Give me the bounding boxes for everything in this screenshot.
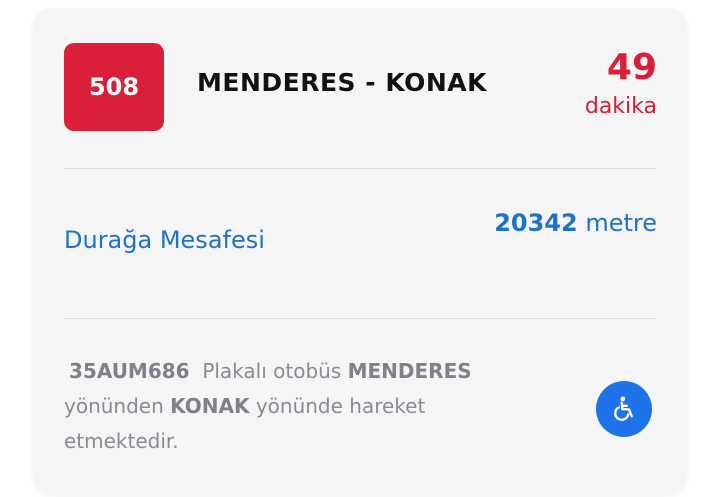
distance-number: 20342 (494, 209, 578, 237)
destination-name: KONAK (170, 394, 250, 418)
bus-arrival-card[interactable]: 508 MENDERES - KONAK 49 dakika Durağa Me… (33, 8, 687, 494)
divider (64, 168, 656, 169)
accessibility-button[interactable] (596, 381, 652, 437)
distance-value: 20342 metre (487, 204, 657, 242)
route-number-badge: 508 (64, 43, 164, 131)
eta-minutes: 49 (606, 47, 657, 88)
route-name: MENDERES - KONAK (197, 68, 487, 97)
distance-unit: metre (585, 209, 657, 237)
wheelchair-icon (614, 396, 633, 421)
info-text-part: Plakalı otobüs (202, 359, 342, 383)
eta-unit: dakika (584, 94, 657, 119)
bus-plate: 35AUM686 (69, 359, 190, 383)
divider (64, 318, 656, 319)
route-number: 508 (88, 73, 140, 101)
origin-name: MENDERES (347, 359, 472, 383)
distance-label: Durağa Mesafesi (64, 226, 265, 254)
info-text-part: yönünden (64, 394, 164, 418)
bus-info-text: 35AUM686 Plakalı otobüs MENDERES yönünde… (64, 354, 534, 459)
eta-block: 49 dakika (537, 46, 657, 122)
